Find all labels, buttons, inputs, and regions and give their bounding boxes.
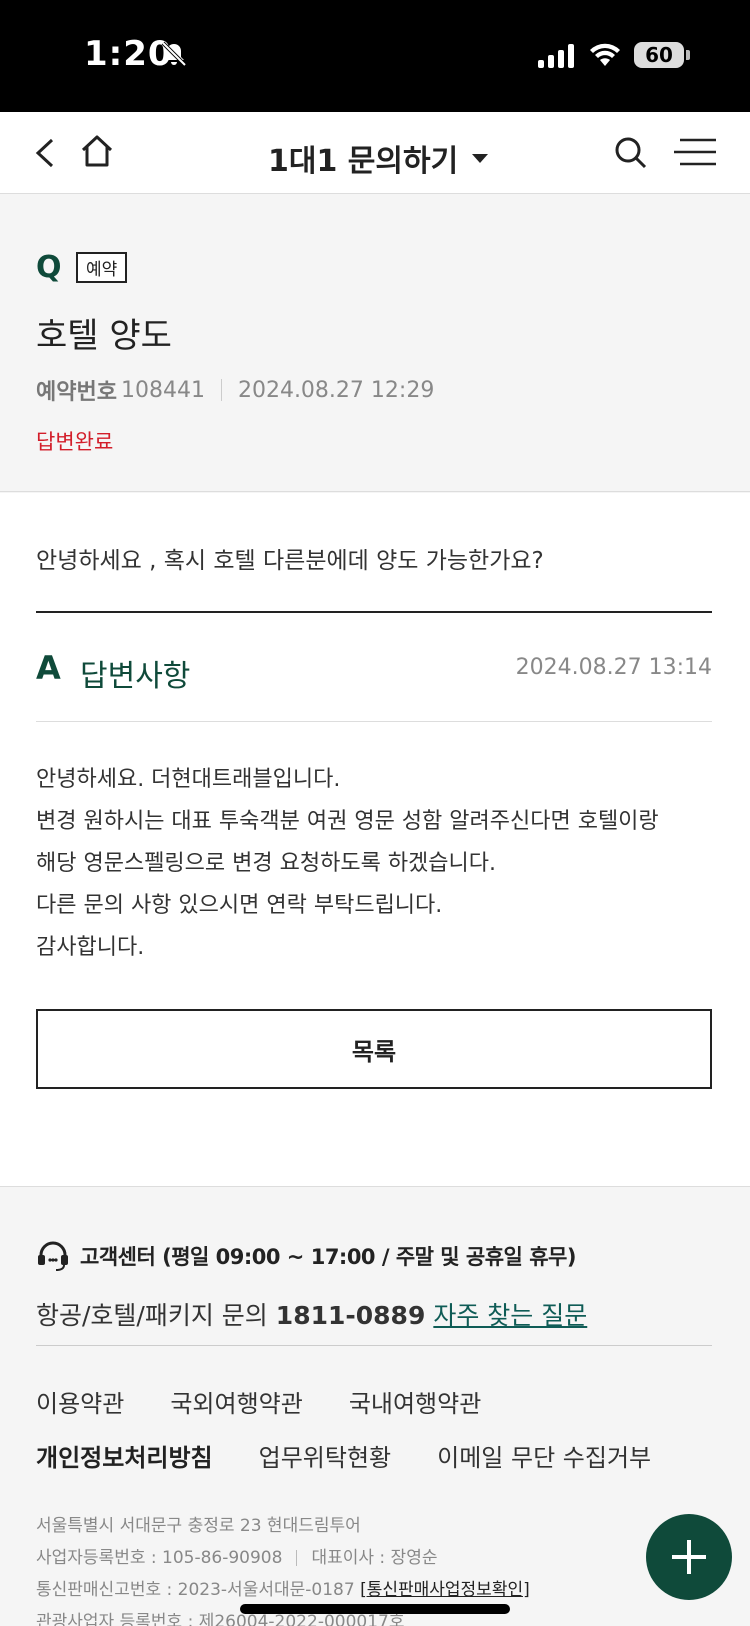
bell-muted-icon bbox=[161, 41, 187, 67]
headset-icon bbox=[38, 1241, 68, 1271]
category-tag: 예약 bbox=[76, 252, 128, 283]
caret-down-icon bbox=[472, 153, 489, 163]
footer-links-row: 개인정보처리방침 업무위탁현황 이메일 무단 수집거부 bbox=[36, 1438, 651, 1473]
plus-icon[interactable] bbox=[646, 1514, 732, 1600]
back-arrow-icon[interactable] bbox=[30, 134, 60, 172]
home-icon[interactable] bbox=[78, 132, 116, 170]
question-body: 안녕하세요 , 혹시 호텔 다른분에데 양도 가능한가요? bbox=[36, 548, 544, 574]
answer-line: 해당 영문스펠링으로 변경 요청하도록 하겠습니다. bbox=[36, 851, 497, 876]
divider bbox=[36, 1345, 712, 1346]
reservation-number: 108441 bbox=[120, 377, 205, 403]
question-title: 호텔 양도 bbox=[36, 316, 172, 356]
domestic-travel-terms-link[interactable]: 국내여행약관 bbox=[349, 1384, 481, 1419]
footer-links-row: 이용약관 국외여행약관 국내여행약관 bbox=[36, 1384, 481, 1419]
business-number: 사업자등록번호 : 105-86-90908 bbox=[36, 1548, 283, 1568]
hamburger-menu-icon[interactable] bbox=[672, 136, 718, 168]
mail-order-info: 통신판매신고번호 : 2023-서울서대문-0187 [통신판매사업정보확인] bbox=[36, 1574, 530, 1606]
top-nav-bar: 1대1 문의하기 bbox=[0, 112, 750, 194]
answer-mark-label: A bbox=[36, 649, 61, 687]
contact-line: 항공/호텔/패키지 문의 1811-0889 자주 찾는 질문 bbox=[36, 1296, 587, 1332]
list-button[interactable]: 목록 bbox=[36, 1009, 712, 1089]
terms-link[interactable]: 이용약관 bbox=[36, 1384, 124, 1419]
footer: 고객센터 (평일 09:00 ~ 17:00 / 주말 및 공휴일 휴무) 항공… bbox=[0, 1188, 750, 1626]
search-icon[interactable] bbox=[612, 134, 648, 170]
answer-line: 변경 원하시는 대표 투숙객분 여권 영문 성함 알려주신다면 호텔이랑 bbox=[36, 809, 659, 834]
question-meta: 예약번호 108441 2024.08.27 12:29 bbox=[36, 374, 434, 406]
page-title: 1대1 문의하기 bbox=[268, 144, 459, 179]
outsourcing-status-link[interactable]: 업무위탁현황 bbox=[259, 1438, 391, 1473]
divider bbox=[36, 611, 712, 613]
status-badge: 답변완료 bbox=[36, 430, 114, 454]
meta-divider bbox=[296, 1550, 298, 1566]
question-header: Q 예약 호텔 양도 예약번호 108441 2024.08.27 12:29 … bbox=[0, 194, 750, 492]
customer-center: 고객센터 (평일 09:00 ~ 17:00 / 주말 및 공휴일 휴무) bbox=[36, 1240, 576, 1272]
page-title-dropdown[interactable]: 1대1 문의하기 bbox=[268, 136, 489, 180]
status-bar: 1:20 60 bbox=[0, 0, 750, 112]
customer-center-hours: 고객센터 (평일 09:00 ~ 17:00 / 주말 및 공휴일 휴무) bbox=[80, 1245, 576, 1269]
meta-divider bbox=[220, 379, 222, 401]
wifi-icon bbox=[590, 43, 620, 66]
mail-order-number: 통신판매신고번호 : 2023-서울서대문-0187 bbox=[36, 1580, 355, 1600]
contact-label: 항공/호텔/패키지 문의 bbox=[36, 1301, 268, 1330]
privacy-policy-link[interactable]: 개인정보처리방침 bbox=[36, 1438, 213, 1473]
inquiry-detail: 안녕하세요 , 혹시 호텔 다른분에데 양도 가능한가요? A 답변사항 202… bbox=[0, 493, 750, 1187]
question-mark-label: Q bbox=[36, 250, 62, 285]
cellular-signal-icon bbox=[538, 44, 574, 68]
reservation-label: 예약번호 bbox=[36, 380, 117, 405]
answer-line: 안녕하세요. 더현대트래블입니다. bbox=[36, 767, 341, 792]
home-indicator bbox=[240, 1604, 510, 1614]
battery-icon: 60 bbox=[634, 42, 690, 68]
company-registration: 사업자등록번호 : 105-86-90908 대표이사 : 장영순 bbox=[36, 1542, 530, 1574]
answer-title: 답변사항 bbox=[80, 659, 191, 694]
company-address: 서울특별시 서대문구 충정로 23 현대드림투어 bbox=[36, 1516, 361, 1536]
divider bbox=[36, 721, 712, 722]
overseas-travel-terms-link[interactable]: 국외여행약관 bbox=[170, 1384, 302, 1419]
phone-number-link[interactable]: 1811-0889 bbox=[276, 1301, 426, 1330]
faq-link[interactable]: 자주 찾는 질문 bbox=[433, 1296, 587, 1332]
answer-body: 안녕하세요. 더현대트래블입니다. 변경 원하시는 대표 투숙객분 여권 영문 … bbox=[36, 759, 726, 969]
answer-line: 다른 문의 사항 있으시면 연락 부탁드립니다. bbox=[36, 893, 443, 918]
answer-datetime: 2024.08.27 13:14 bbox=[515, 655, 712, 680]
mail-order-info-link[interactable]: [통신판매사업정보확인] bbox=[360, 1580, 530, 1600]
answer-line: 감사합니다. bbox=[36, 935, 145, 960]
ceo-name: 대표이사 : 장영순 bbox=[311, 1548, 438, 1568]
question-datetime: 2024.08.27 12:29 bbox=[237, 377, 435, 403]
email-collection-refusal-link[interactable]: 이메일 무단 수집거부 bbox=[437, 1438, 651, 1473]
